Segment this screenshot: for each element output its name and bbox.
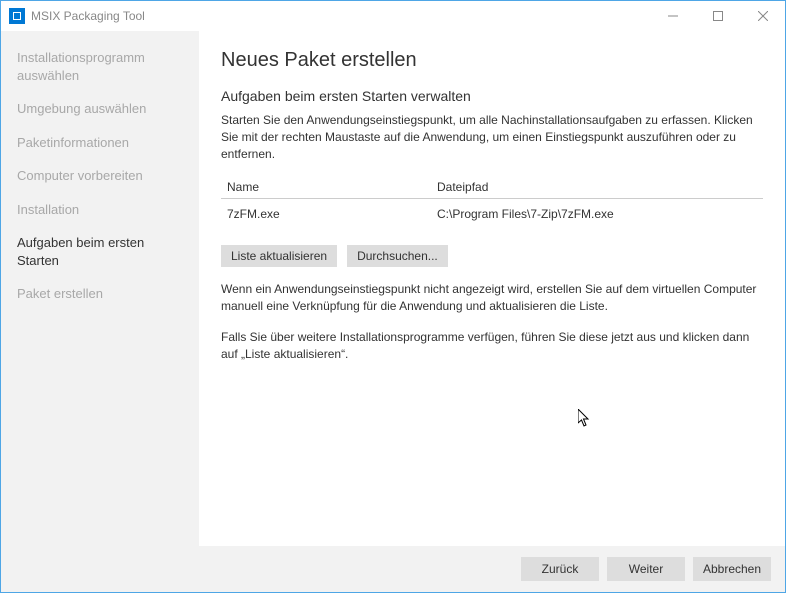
entry-points-table: Name Dateipfad 7zFM.exe C:\Program Files… [221, 176, 763, 229]
table-header: Name Dateipfad [221, 176, 763, 199]
table-row[interactable]: 7zFM.exe C:\Program Files\7-Zip\7zFM.exe [221, 199, 763, 229]
window-title: MSIX Packaging Tool [31, 9, 650, 23]
cell-path: C:\Program Files\7-Zip\7zFM.exe [437, 207, 757, 221]
close-button[interactable] [740, 1, 785, 31]
header-name[interactable]: Name [227, 180, 437, 194]
browse-button[interactable]: Durchsuchen... [347, 245, 448, 267]
sidebar-item-create-package[interactable]: Paket erstellen [17, 285, 183, 303]
maximize-button[interactable] [695, 1, 740, 31]
sidebar-item-first-launch[interactable]: Aufgaben beim ersten Starten [17, 234, 183, 269]
cell-name: 7zFM.exe [227, 207, 437, 221]
header-path[interactable]: Dateipfad [437, 180, 757, 194]
page-subtitle: Aufgaben beim ersten Starten verwalten [221, 88, 763, 104]
minimize-button[interactable] [650, 1, 695, 31]
cancel-button[interactable]: Abbrechen [693, 557, 771, 581]
refresh-list-button[interactable]: Liste aktualisieren [221, 245, 337, 267]
instruction-text-1: Starten Sie den Anwendungseinstiegspunkt… [221, 112, 763, 162]
page-title: Neues Paket erstellen [221, 49, 763, 72]
titlebar: MSIX Packaging Tool [1, 1, 785, 31]
sidebar-item-installer[interactable]: Installationsprogramm auswählen [17, 49, 183, 84]
content-area: Neues Paket erstellen Aufgaben beim erst… [199, 31, 785, 546]
sidebar-item-prepare[interactable]: Computer vorbereiten [17, 167, 183, 185]
sidebar-item-installation[interactable]: Installation [17, 201, 183, 219]
sidebar-item-environment[interactable]: Umgebung auswählen [17, 100, 183, 118]
back-button[interactable]: Zurück [521, 557, 599, 581]
wizard-footer: Zurück Weiter Abbrechen [1, 546, 785, 592]
sidebar-item-package-info[interactable]: Paketinformationen [17, 134, 183, 152]
app-icon [9, 8, 25, 24]
instruction-text-2: Wenn ein Anwendungseinstiegspunkt nicht … [221, 281, 763, 315]
next-button[interactable]: Weiter [607, 557, 685, 581]
wizard-sidebar: Installationsprogramm auswählen Umgebung… [1, 31, 199, 546]
instruction-text-3: Falls Sie über weitere Installationsprog… [221, 329, 763, 363]
